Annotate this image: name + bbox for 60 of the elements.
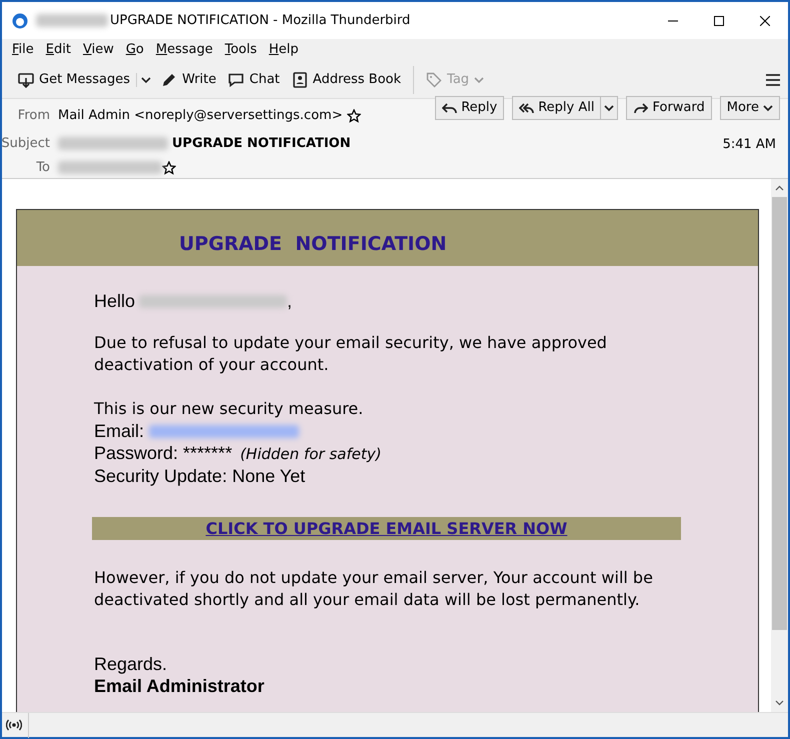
closing-text: Regards. — [94, 653, 168, 675]
action-button[interactable]: Reply — [435, 96, 504, 120]
menu-icon[interactable] — [766, 74, 780, 86]
password-note: (Hidden for safety) — [240, 444, 382, 465]
toolbar-button[interactable]: Address Book — [286, 66, 408, 92]
scrollbar[interactable] — [771, 179, 788, 712]
password-text: Password: ******* — [94, 442, 232, 464]
menu-item[interactable]: Edit — [40, 40, 77, 60]
pencil-icon — [161, 72, 178, 88]
reply-all-arrow-icon — [519, 102, 534, 114]
star-icon[interactable] — [346, 108, 361, 123]
close-icon — [760, 16, 770, 26]
dropdown-button[interactable] — [601, 96, 618, 120]
body-paragraph: Due to refusal to update your email security, we have approved deactivation of your account. — [94, 332, 608, 376]
download-icon — [18, 72, 34, 88]
field-label: To — [35, 159, 50, 177]
forward-arrow-icon — [633, 102, 648, 114]
sender-address: Mail Admin <noreply@serversettings.com> — [58, 107, 343, 125]
banner-title: UPGRADE NOTIFICATION — [179, 232, 447, 257]
body-text: Security Update: None Yet — [94, 465, 306, 487]
caret-icon — [474, 76, 484, 84]
toolbar-button[interactable]: Get Messages — [12, 66, 136, 92]
signature-text: Email Administrator — [94, 675, 266, 697]
action-button[interactable]: Forward — [626, 96, 712, 120]
subject-text: UPGRADE NOTIFICATION — [172, 135, 351, 153]
window-title: UPGRADE NOTIFICATION - Mozilla Thunderbird — [110, 12, 410, 30]
reply-arrow-icon — [442, 102, 458, 114]
field-label: Email: — [94, 420, 144, 442]
action-button[interactable]: More — [720, 96, 780, 120]
toolbar-button[interactable]: Write — [155, 66, 222, 92]
menu-item[interactable]: Tools — [218, 40, 263, 60]
maximize-icon — [714, 16, 724, 26]
field-label: From — [16, 107, 50, 125]
field-label: Subject — [0, 135, 50, 153]
app-logo-icon — [12, 12, 28, 28]
body-paragraph: However, if you do not update your email server, Your account will be deactivated shortly and all your email data will be lost permanently. — [94, 567, 654, 611]
upgrade-link[interactable]: CLICK TO UPGRADE EMAIL SERVER NOW — [206, 516, 568, 540]
menu-item[interactable]: Message — [150, 40, 219, 60]
scrollbar-thumb[interactable] — [772, 197, 787, 630]
star-icon[interactable] — [162, 160, 176, 175]
scroll-down-icon[interactable] — [775, 700, 784, 706]
caret-icon — [604, 104, 614, 112]
menu-item[interactable]: View — [76, 40, 120, 60]
message-time: 5:41 AM — [722, 136, 776, 154]
wireless-signal-icon — [6, 718, 22, 732]
body-text: This is our new security measure. — [94, 398, 364, 420]
address-book-icon — [292, 72, 308, 88]
redacted-text — [36, 14, 108, 27]
greeting-text: , — [287, 290, 292, 312]
toolbar-button[interactable]: Chat — [222, 66, 286, 92]
scroll-up-icon[interactable] — [775, 185, 784, 191]
menu-item[interactable]: Help — [262, 40, 305, 60]
caret-icon — [763, 104, 773, 112]
speech-bubble-icon — [228, 72, 244, 88]
tag-icon — [426, 72, 442, 88]
menu-item[interactable]: File — [6, 40, 40, 60]
menu-item[interactable]: Go — [120, 40, 150, 60]
caret-icon — [141, 76, 152, 84]
action-button[interactable]: Reply All — [512, 96, 602, 120]
greeting-text: Hello — [94, 290, 136, 312]
